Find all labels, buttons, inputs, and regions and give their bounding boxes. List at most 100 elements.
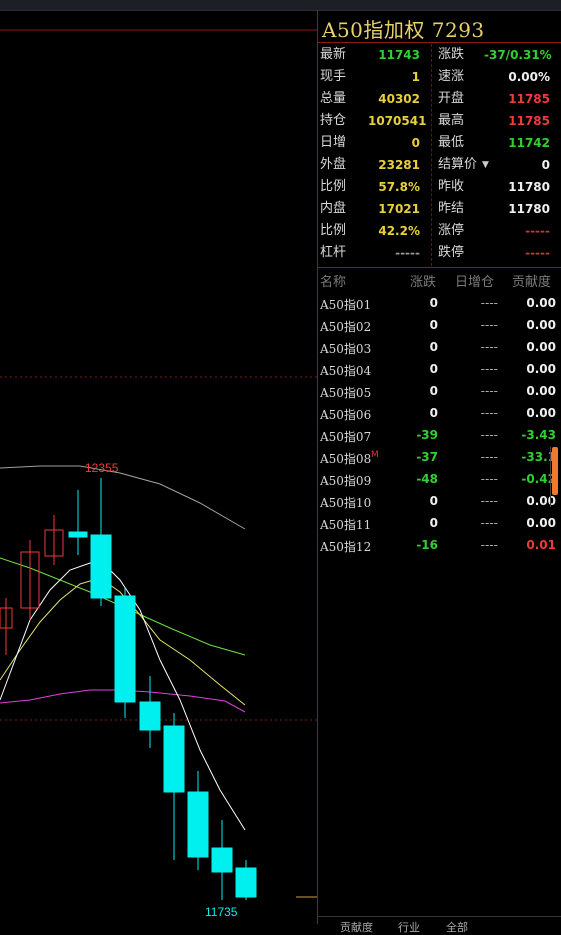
quote-label: 涨停 [438,223,465,238]
table-row[interactable]: A50指03 0 ---- 0.00 [318,336,561,358]
table-row[interactable]: A50指02 0 ---- 0.00 [318,314,561,336]
quote-value: 57.8% [378,180,420,194]
contract-name: A50指08 [320,452,372,466]
kline-chart[interactable]: 12355 11735 [0,10,317,924]
quote-value: 1 [411,70,420,84]
quote-value: 11742 [508,136,550,150]
header-name[interactable]: 名称 [320,271,346,290]
quote-label: 持仓 [320,113,347,128]
contract-daily-position: ---- [480,428,498,442]
contract-daily-position: ---- [480,318,498,332]
contract-change: 0 [429,516,438,530]
scrollbar-track[interactable] [550,447,551,507]
quote-row: 杠杆 ----- 跌停 ----- [318,242,561,264]
quote-label: 日增 [320,135,347,150]
contract-name: A50指10 [320,496,372,510]
candle-body-down [187,791,209,858]
contract-change: -16 [416,538,438,552]
kline-svg: 12355 11735 [0,29,317,919]
quote-row: 外盘 23281 结算价 ▼ 0 [318,154,561,176]
contract-contribution: 0.00 [526,296,556,310]
scrollbar-thumb[interactable] [552,447,558,495]
quote-row: 持仓 1070541 最高 11785 [318,110,561,132]
contract-name: A50指02 [320,320,372,334]
contract-name: A50指03 [320,342,372,356]
table-row[interactable]: A50指01 0 ---- 0.00 [318,292,561,314]
contract-daily-position: ---- [480,538,498,552]
quote-label: 现手 [320,69,347,84]
quote-value: 17021 [378,202,420,216]
quote-value: 23281 [378,158,420,172]
quote-row: 比例 57.8% 昨收 11780 [318,176,561,198]
quote-value: 11743 [378,48,420,62]
table-row[interactable]: A50指09 -48 ---- -0.42 [318,468,561,490]
quote-column-divider [431,44,432,266]
table-row[interactable]: A50指12 -16 ---- 0.01 [318,534,561,556]
header-contribution[interactable]: 贡献度 [512,271,551,290]
contract-contribution: 0.00 [526,384,556,398]
contract-name: A50指12 [320,540,372,554]
contract-change: 0 [429,384,438,398]
contract-daily-position: ---- [480,340,498,354]
quote-label: 开盘 [438,91,465,106]
contract-name: A50指05 [320,386,372,400]
tab-contribution[interactable]: 贡献度 [340,919,373,935]
contracts-table-body: A50指01 0 ---- 0.00 A50指02 0 ---- 0.00 A50指03 0 ---… [318,292,561,556]
table-row[interactable]: A50指07 -39 ---- -3.43 [318,424,561,446]
quote-grid: 最新 11743 涨跌 -37/0.31% 现手 1 速涨 0.00% 总量 40302 开盘 117… [318,44,561,264]
quote-label: 杠杆 [320,245,347,260]
quote-label: 总量 [320,91,347,106]
quote-row: 现手 1 速涨 0.00% [318,66,561,88]
candle-body-down [211,847,233,873]
quote-value: 11785 [508,92,550,106]
contract-name: A50指11 [320,518,372,532]
contract-contribution: 0.01 [526,538,556,552]
table-row[interactable]: A50指06 0 ---- 0.00 [318,402,561,424]
contract-daily-position: ---- [480,450,498,464]
contract-daily-position: ---- [480,406,498,420]
table-row[interactable]: A50指10 0 ---- 0.00 [318,490,561,512]
contract-contribution: 0.00 [526,516,556,530]
quote-value: ----- [395,246,420,260]
table-row[interactable]: A50指04 0 ---- 0.00 [318,358,561,380]
ma-line-long [0,465,246,530]
quote-value: 1070541 [368,114,427,128]
contract-contribution: -0.42 [521,472,556,486]
quote-value: 0 [541,158,550,172]
quote-label: 跌停 [438,245,465,260]
quote-divider [318,267,561,268]
quote-label: 结算价 [438,157,478,172]
quote-label: 比例 [320,179,347,194]
contract-name: A50指06 [320,408,372,422]
tabs-divider [318,916,561,917]
table-row[interactable]: A50指08 M -37 ---- -33.1 [318,446,561,468]
quote-value: -37/0.31% [484,48,552,62]
quote-label: 涨跌 [438,47,465,62]
candle-body-down [163,725,185,793]
contract-change: 0 [429,340,438,354]
contract-contribution: 0.00 [526,340,556,354]
contract-change: 0 [429,296,438,310]
quote-value: 11780 [508,202,550,216]
contract-name: A50指09 [320,474,372,488]
contract-change: -39 [416,428,438,442]
instrument-title: A50指加权 7293 [322,18,485,42]
table-row[interactable]: A50指05 0 ---- 0.00 [318,380,561,402]
contract-contribution: 0.00 [526,494,556,508]
tab-all[interactable]: 全部 [446,919,468,935]
quote-row: 比例 42.2% 涨停 ----- [318,220,561,242]
candle-body-down [139,701,161,731]
contract-name: A50指01 [320,298,372,312]
contract-change: 0 [429,406,438,420]
quote-label: 速涨 [438,69,465,84]
candle-body-down [68,531,88,538]
tab-industry[interactable]: 行业 [398,919,420,935]
quote-label: 最新 [320,47,347,62]
contract-contribution: 0.00 [526,406,556,420]
contract-change: 0 [429,318,438,332]
quote-value: 40302 [378,92,420,106]
header-daily-position[interactable]: 日增仓 [455,271,494,290]
table-row[interactable]: A50指11 0 ---- 0.00 [318,512,561,534]
contract-change: -37 [416,450,438,464]
header-change[interactable]: 涨跌 [410,271,436,290]
